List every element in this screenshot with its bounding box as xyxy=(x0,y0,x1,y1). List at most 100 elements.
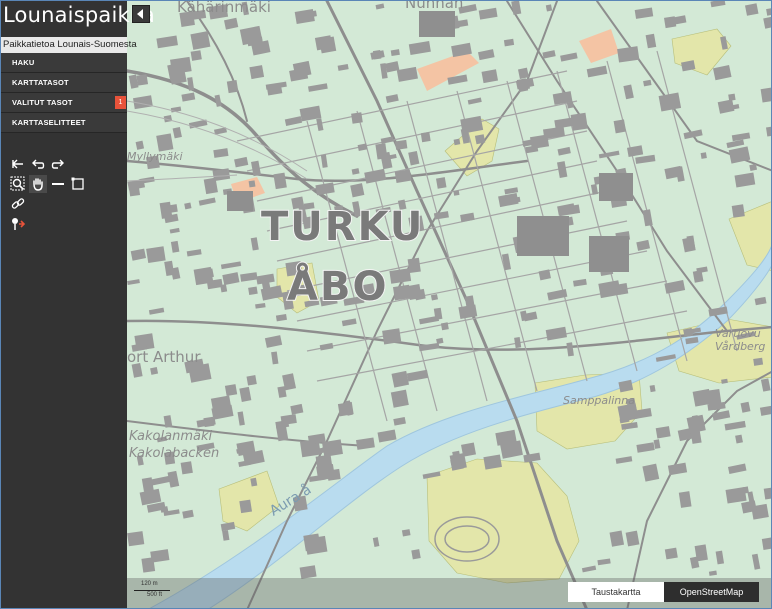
scale-line xyxy=(134,590,170,591)
building xyxy=(239,499,253,514)
building xyxy=(692,388,712,407)
zoom-box-button[interactable] xyxy=(9,175,27,193)
menu-item-karttatasot[interactable]: KARTTATASOT xyxy=(1,73,127,93)
building xyxy=(664,547,678,560)
place-label-vartiovuori: Vartiovu xyxy=(715,327,761,340)
building xyxy=(390,389,409,408)
building xyxy=(436,177,447,189)
building xyxy=(731,204,745,218)
history-back-button[interactable] xyxy=(9,155,27,173)
building xyxy=(411,549,421,560)
building xyxy=(136,74,149,86)
building xyxy=(678,491,692,508)
place-label-nunnan: Nunnan xyxy=(405,1,464,12)
building xyxy=(180,461,193,475)
menu-item-karttaselitteet[interactable]: KARTTASELITTEET xyxy=(1,113,127,133)
building xyxy=(391,370,410,388)
add-marker-button[interactable] xyxy=(9,215,27,233)
city-label-finnish: TURKU xyxy=(260,203,425,251)
building xyxy=(570,112,588,131)
main-menu: HAKU KARTTATASOT VALITUT TASOT 1 KARTTAS… xyxy=(1,53,127,133)
building xyxy=(753,357,764,366)
city-label-swedish: ÅBO xyxy=(286,263,389,311)
building xyxy=(321,439,343,457)
menu-item-label: KARTTASELITTEET xyxy=(12,118,86,127)
building xyxy=(190,31,211,50)
building xyxy=(350,183,365,198)
building xyxy=(745,3,759,16)
building xyxy=(728,93,736,101)
building xyxy=(351,112,363,124)
building xyxy=(395,139,408,150)
building xyxy=(414,288,426,301)
building xyxy=(440,322,449,331)
map-link-button[interactable] xyxy=(9,195,27,213)
building xyxy=(248,180,256,188)
building xyxy=(273,172,287,190)
building xyxy=(382,328,402,345)
logo-area: Lounaispaikka xyxy=(1,1,155,37)
building xyxy=(420,131,431,143)
history-back-icon xyxy=(12,159,23,169)
building xyxy=(156,133,174,152)
building xyxy=(474,134,486,145)
building xyxy=(760,86,771,103)
place-label-kakolabacken: Kakolabacken xyxy=(129,446,220,461)
building xyxy=(613,119,627,134)
building xyxy=(401,529,411,537)
place-label-kakolanmaki: Kakolanmäki xyxy=(129,429,213,444)
building xyxy=(392,284,411,301)
building xyxy=(449,452,467,471)
link-icon xyxy=(11,198,25,209)
app-frame: Kähärinmäki Nunnan Myllymäki ort Arthur … xyxy=(0,0,772,609)
measure-area-button[interactable] xyxy=(69,175,87,193)
menu-item-label: VALITUT TASOT xyxy=(12,98,73,107)
building xyxy=(337,401,354,417)
selected-layers-count-badge: 1 xyxy=(115,96,126,109)
building xyxy=(315,454,333,471)
marker-icon xyxy=(12,218,26,230)
undo-button[interactable] xyxy=(29,155,47,173)
building xyxy=(453,138,461,146)
place-label-kaharinmaki: Kähärinmäki xyxy=(177,1,271,16)
building xyxy=(625,530,640,547)
map-canvas[interactable] xyxy=(127,1,772,609)
building xyxy=(249,65,265,80)
menu-item-label: KARTTATASOT xyxy=(12,78,69,87)
collapse-sidebar-button[interactable] xyxy=(132,5,150,23)
menu-item-haku[interactable]: HAKU xyxy=(1,53,127,73)
sidebar: Lounaispaikka Paikkatietoa Lounais-Suome… xyxy=(1,1,155,608)
scale-label-imperial: 500 ft xyxy=(147,592,163,598)
background-option-taustakartta[interactable]: Taustakartta xyxy=(568,582,664,602)
building xyxy=(649,384,656,393)
building xyxy=(566,101,574,109)
building xyxy=(299,565,317,579)
measure-area-icon xyxy=(71,177,84,190)
building xyxy=(190,50,202,61)
menu-item-valitut-tasot[interactable]: VALITUT TASOT 1 xyxy=(1,93,127,113)
building xyxy=(655,426,671,439)
redo-icon xyxy=(51,159,64,169)
building xyxy=(407,257,421,274)
app-tagline: Paikkatietoa Lounais-Suomesta xyxy=(3,39,137,50)
building xyxy=(609,530,625,547)
building xyxy=(226,80,239,94)
redo-button[interactable] xyxy=(49,155,67,173)
place-label-port-arthur: ort Arthur xyxy=(127,348,201,366)
building xyxy=(761,536,771,550)
building xyxy=(150,367,159,375)
scale-label-metric: 120 m xyxy=(141,581,158,587)
measure-line-button[interactable] xyxy=(49,175,67,193)
building xyxy=(127,531,145,547)
map-view[interactable]: Kähärinmäki Nunnan Myllymäki ort Arthur … xyxy=(127,1,772,609)
chevron-left-icon xyxy=(137,9,143,19)
place-label-myllymaki: Myllymäki xyxy=(127,150,183,163)
pan-button[interactable] xyxy=(29,175,47,193)
building xyxy=(518,67,529,80)
zoom-box-icon xyxy=(10,176,25,191)
measure-line-icon xyxy=(52,183,64,185)
building xyxy=(248,286,258,296)
background-option-openstreetmap[interactable]: OpenStreetMap xyxy=(664,582,759,602)
scale-bar: 120 m 500 ft xyxy=(134,581,182,601)
building xyxy=(453,190,460,196)
